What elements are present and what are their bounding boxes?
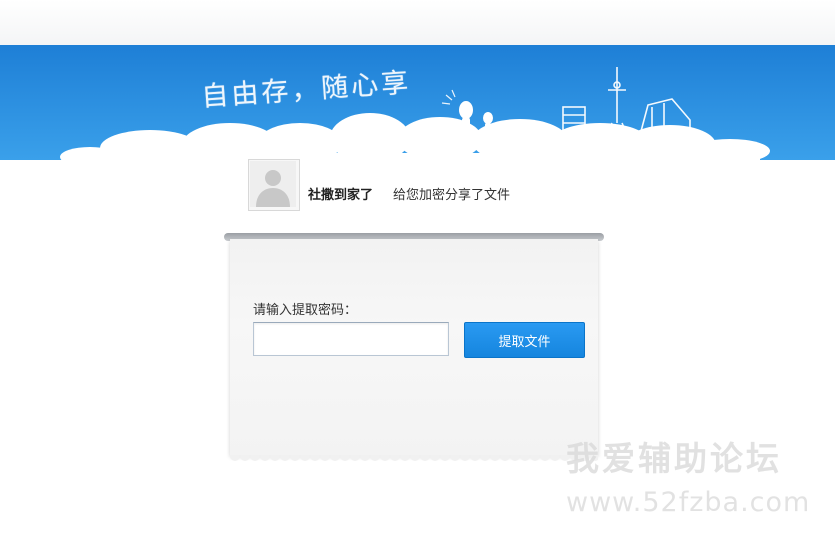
watermark-title: 我爱辅助论坛 — [566, 439, 782, 478]
top-bar — [0, 0, 835, 46]
watermark-url: www.52fzba.com — [566, 487, 811, 518]
banner-sky — [0, 45, 835, 160]
extract-file-button[interactable]: 提取文件 — [464, 322, 585, 358]
sharer-username[interactable]: 社撒到家了 — [308, 184, 373, 203]
password-input[interactable] — [253, 322, 449, 356]
default-user-avatar-icon — [250, 161, 296, 207]
avatar — [248, 159, 300, 211]
password-label: 请输入提取密码： — [253, 303, 358, 318]
card-torn-edge — [230, 455, 598, 465]
header-banner: 自由存，随心享 — [0, 45, 835, 160]
share-message: 给您加密分享了文件 — [393, 188, 511, 203]
